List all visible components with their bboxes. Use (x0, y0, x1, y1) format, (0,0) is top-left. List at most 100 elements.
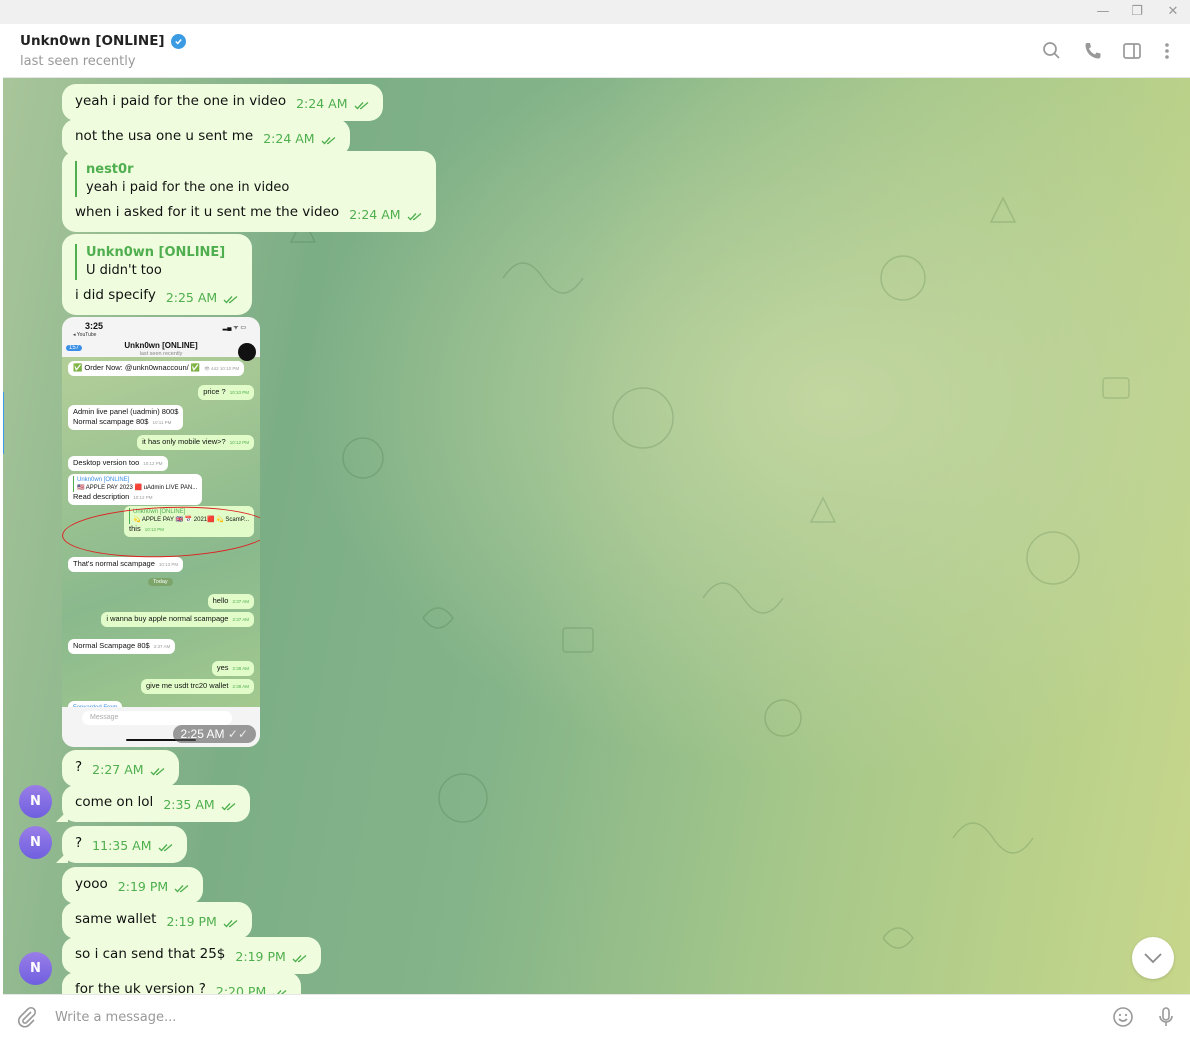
message-text: for the uk version ? (75, 981, 206, 994)
photo-phone-header: 3:25 ◂ YouTube ▂▄ ᯤ ▭ 157 Unkn0wn [ONLIN… (62, 317, 260, 361)
message-time: 2:25 AM (165, 290, 218, 305)
message-bubble[interactable]: Unkn0wn [ONLINE] U didn't too i did spec… (62, 234, 253, 315)
double-check-icon (407, 208, 423, 226)
chat-status: last seen recently (20, 54, 136, 69)
message-bubble[interactable]: so i can send that 25$ 2:19 PM (62, 937, 321, 974)
message-text: yooo (75, 876, 108, 892)
reply-quote[interactable]: nest0r yeah i paid for the one in video (75, 161, 423, 197)
photo-chat-message: ✅ Order Now: @unkn0wnaccoun/ ✅ 👁 442 10:1… (68, 361, 245, 376)
message-text: not the usa one u sent me (75, 128, 254, 144)
photo-chat-message: give me usdt trc20 wallet 2:38 AM (140, 679, 254, 694)
message-time: 2:19 PM (166, 914, 217, 929)
photo-message-input: Message (82, 711, 232, 725)
message-bubble[interactable]: yeah i paid for the one in video 2:24 AM (62, 84, 383, 121)
photo-chat-message: Desktop version too 10:12 PM (68, 456, 168, 471)
attach-icon[interactable] (15, 1005, 39, 1029)
message-text: yeah i paid for the one in video (75, 93, 287, 109)
avatar[interactable]: N (19, 952, 52, 985)
bubble-tail (56, 851, 68, 863)
unread-indicator (3, 392, 4, 454)
chat-title[interactable]: Unkn0wn [ONLINE] (20, 33, 186, 49)
message-time: 2:24 AM (263, 131, 315, 146)
minimize-button[interactable]: — (1088, 2, 1118, 22)
window-titlebar: — ❐ ✕ (0, 0, 1190, 24)
avatar[interactable]: N (19, 785, 52, 818)
message-text: ? (75, 759, 83, 775)
double-check-icon (158, 839, 174, 857)
red-circle-annotation (62, 503, 260, 561)
message-time: 2:19 PM (235, 949, 286, 964)
chevron-down-icon (1144, 953, 1162, 964)
verified-badge-icon (170, 33, 186, 49)
photo-chat-message: i wanna buy apple normal scampage 2:37 AM (101, 612, 254, 627)
message-time: 11:35 AM (92, 838, 152, 853)
message-time: 2:24 AM (349, 207, 401, 222)
reply-text: U didn't too (86, 263, 162, 278)
photo-chat-message: it has only mobile view>? 10:12 PM (137, 435, 254, 450)
photo-message[interactable]: 3:25 ◂ YouTube ▂▄ ᯤ ▭ 157 Unkn0wn [ONLIN… (62, 317, 260, 747)
message-text: when i asked for it u sent me the video (75, 204, 340, 220)
photo-avatar (238, 343, 256, 361)
message-text: come on lol (75, 794, 154, 810)
double-check-icon (223, 915, 239, 933)
photo-chat-message: That's normal scampage 10:13 PM (68, 557, 184, 572)
search-icon[interactable] (1040, 39, 1064, 63)
double-check-icon (292, 950, 308, 968)
photo-time: 2:25 AM ✓✓ (172, 725, 256, 743)
photo-chat-name: Unkn0wn [ONLINE] (124, 341, 198, 350)
message-composer (3, 994, 1190, 1038)
photo-reply-quote: Unkn0wn [ONLINE] 🇺🇸 APPLE PAY 2023 🟥 uAdm… (73, 476, 197, 492)
close-button[interactable]: ✕ (1158, 2, 1188, 22)
message-input[interactable] (55, 1005, 1095, 1029)
photo-chat-message: Admin live panel (uadmin) 800$ Normal sca… (68, 405, 184, 430)
chat-header: Unkn0wn [ONLINE] last seen recently (3, 24, 1190, 78)
double-check-icon (174, 880, 190, 898)
emoji-icon[interactable] (1111, 1005, 1135, 1029)
avatar[interactable]: N (19, 826, 52, 859)
photo-signal-icon: ▂▄ ᯤ ▭ (222, 325, 246, 331)
scroll-to-bottom-button[interactable] (1132, 937, 1174, 979)
double-check-icon (223, 291, 239, 309)
message-time: 2:19 PM (117, 879, 169, 894)
photo-date-divider: Today (148, 578, 173, 586)
photo-chat-message: price ? 10:10 PM (198, 385, 254, 400)
message-bubble[interactable]: come on lol 2:35 AM (56, 785, 250, 822)
photo-status-time: 3:25 (85, 321, 104, 331)
message-text: ? (75, 835, 83, 851)
double-check-icon (354, 97, 370, 115)
double-check-icon (321, 132, 337, 150)
phone-icon[interactable] (1081, 39, 1105, 63)
reply-author: Unkn0wn [ONLINE] (86, 245, 226, 260)
message-bubble[interactable]: ? 2:27 AM (62, 750, 179, 787)
sidebar-toggle-icon[interactable] (1120, 39, 1144, 63)
message-text: so i can send that 25$ (75, 946, 226, 962)
message-time: 2:27 AM (92, 762, 144, 777)
chat-name: Unkn0wn [ONLINE] (20, 33, 165, 49)
photo-chat-message: yes 2:38 AM (211, 661, 254, 676)
double-check-icon (150, 763, 166, 781)
double-check-icon (221, 798, 237, 816)
more-icon[interactable] (1155, 39, 1179, 63)
photo-chat-message: Unkn0wn [ONLINE] 🇺🇸 APPLE PAY 2023 🟥 uAdm… (68, 474, 203, 505)
reply-author: nest0r (86, 162, 134, 177)
microphone-icon[interactable] (1154, 1005, 1178, 1029)
message-time: 2:20 PM (215, 984, 267, 994)
message-time: 2:24 AM (296, 96, 348, 111)
message-bubble[interactable]: for the uk version ? 2:20 PM (62, 972, 302, 994)
message-bubble[interactable]: same wallet 2:19 PM (62, 902, 252, 939)
message-bubble[interactable]: yooo 2:19 PM (62, 867, 204, 904)
chat-area[interactable]: yeah i paid for the one in video 2:24 AM … (3, 78, 1190, 994)
message-bubble[interactable]: ? 11:35 AM (56, 826, 187, 863)
reply-text: yeah i paid for the one in video (86, 180, 290, 195)
reply-quote[interactable]: Unkn0wn [ONLINE] U didn't too (75, 244, 239, 280)
message-text: same wallet (75, 911, 157, 927)
message-text: i did specify (75, 287, 156, 303)
photo-chat-message: hello 2:37 AM (207, 594, 254, 609)
photo-back-app: ◂ YouTube (73, 332, 97, 338)
double-check-icon (272, 985, 288, 994)
restore-button[interactable]: ❐ (1122, 2, 1152, 22)
bubble-tail (56, 810, 68, 822)
message-bubble[interactable]: nest0r yeah i paid for the one in video … (62, 151, 436, 232)
message-time: 2:35 AM (163, 797, 215, 812)
photo-chat-status: last seen recently (139, 351, 183, 357)
